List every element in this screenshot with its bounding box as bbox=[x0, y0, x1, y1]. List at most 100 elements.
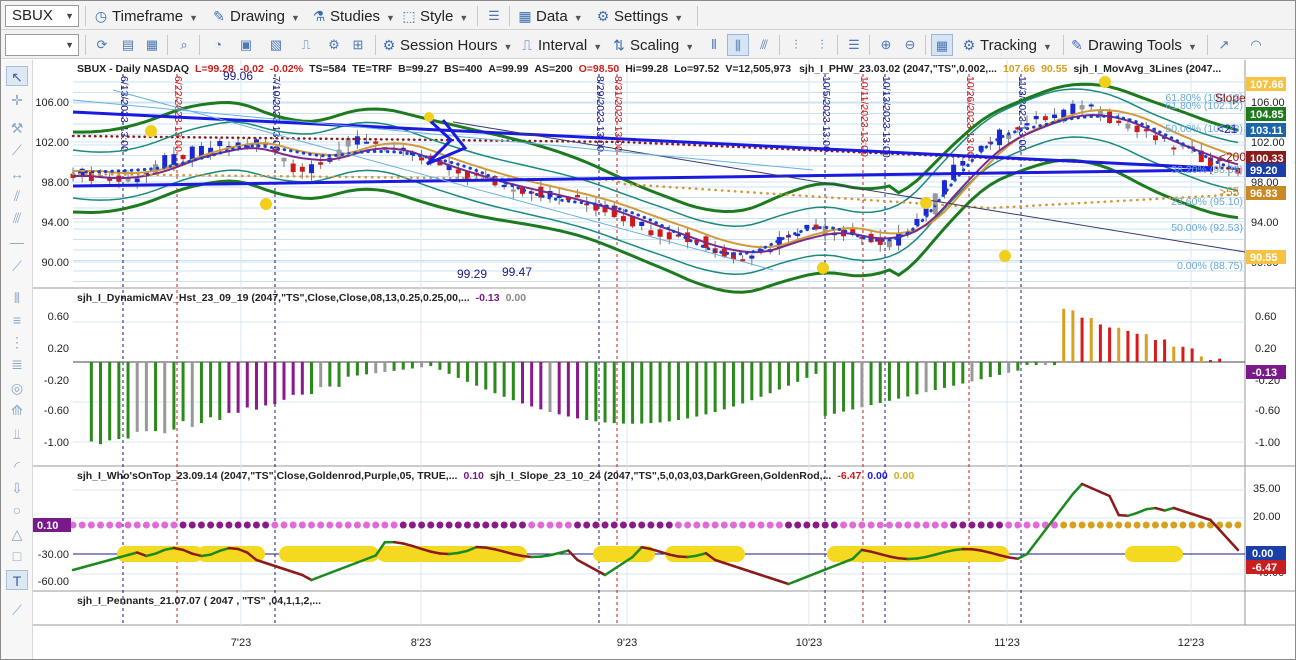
arrows-h-icon[interactable]: ↔ bbox=[6, 164, 28, 184]
zoom-chart-icon[interactable]: ⌕ bbox=[173, 34, 195, 56]
scaling-icon: ⇅ bbox=[613, 37, 625, 53]
layout-icon[interactable]: ☰ bbox=[843, 34, 865, 56]
symbol-combo[interactable]: SBUX ▼ bbox=[5, 5, 79, 27]
grid-icon[interactable]: ▦ bbox=[141, 34, 163, 56]
cycle-icon[interactable]: ⫫ bbox=[6, 424, 28, 444]
trendline-icon[interactable]: ⟋ bbox=[6, 256, 28, 276]
whos-on-top-dot bbox=[1069, 521, 1077, 529]
style-button[interactable]: ⬚ Style ▼ bbox=[401, 5, 468, 27]
whos-on-top-dot bbox=[775, 521, 783, 529]
tracking-button[interactable]: ⚙ Tracking ▼ bbox=[961, 34, 1052, 56]
fib-time-icon[interactable]: ⋮ bbox=[6, 332, 28, 352]
layout-icon[interactable]: ☰ bbox=[483, 5, 505, 27]
whos-on-top-dot bbox=[372, 521, 380, 529]
parallel-icon[interactable]: ⫻ bbox=[6, 208, 28, 228]
circle-target-icon[interactable]: ◎ bbox=[6, 378, 28, 398]
vbars-icon[interactable]: ⦀ bbox=[6, 288, 28, 308]
whos-on-top-dot bbox=[353, 521, 361, 529]
gauge-icon[interactable]: ◔ bbox=[207, 34, 229, 56]
candle-body bbox=[1070, 103, 1076, 114]
candle-body bbox=[510, 189, 516, 192]
trend-icon[interactable]: ↗ bbox=[1213, 34, 1235, 56]
volume-bars-icon[interactable]: ⫶ bbox=[785, 34, 807, 56]
chart-icon[interactable]: ▤ bbox=[117, 34, 139, 56]
settings-chart-icon[interactable]: ⊞ bbox=[347, 34, 369, 56]
data-window-icon[interactable]: ▣ bbox=[235, 34, 257, 56]
settings-button[interactable]: ⚙ Settings ▼ bbox=[595, 5, 683, 27]
drawing-button[interactable]: ✎ Drawing ▼ bbox=[211, 5, 300, 27]
drawing-tools-button[interactable]: ✎ Drawing Tools ▼ bbox=[1069, 34, 1197, 56]
price-axis-label: 98.00 bbox=[41, 177, 69, 189]
cursor-icon[interactable]: ↖ bbox=[6, 66, 28, 86]
indicator-icon[interactable]: ⎍ bbox=[295, 34, 317, 56]
candle-body bbox=[354, 136, 360, 145]
whos-on-top-dot bbox=[720, 521, 728, 529]
whos-on-top-dot bbox=[931, 521, 939, 529]
osc-right-axis-label: 35.00 bbox=[1253, 483, 1281, 495]
session-hours-button[interactable]: ⚙ Session Hours ▼ bbox=[381, 34, 513, 56]
whos-on-top-dot bbox=[1170, 521, 1178, 529]
clock-icon: ◷ bbox=[94, 8, 108, 24]
style-label: Style bbox=[420, 8, 454, 25]
gann-icon[interactable]: ≣ bbox=[6, 354, 28, 374]
speed-icon[interactable]: ⟰ bbox=[6, 400, 28, 420]
workspace-combo[interactable]: ▼ bbox=[5, 34, 79, 56]
ohlc-icon[interactable]: ⫶ bbox=[811, 34, 833, 56]
price-right-axis-label: 102.00 bbox=[1251, 137, 1285, 149]
interval-button[interactable]: ⎍ Interval ▼ bbox=[519, 34, 602, 56]
refresh-icon[interactable]: ⟳ bbox=[91, 34, 113, 56]
text-icon[interactable]: T bbox=[6, 570, 28, 590]
chart-area[interactable]: 6/13/2023 13:006/22/2023 13:007/10/2023 … bbox=[33, 60, 1295, 659]
whos-on-top-dot bbox=[408, 521, 416, 529]
crosshair-icon[interactable]: ✛ bbox=[6, 90, 28, 110]
price-badge: 96.83 bbox=[1250, 188, 1278, 200]
slope-segment bbox=[952, 547, 965, 552]
timeframe-button[interactable]: ◷ Timeframe ▼ bbox=[93, 5, 198, 27]
osc-left-axis-label: -60.00 bbox=[38, 576, 69, 588]
zoom-out-icon[interactable]: ⊖ bbox=[899, 34, 921, 56]
data-button[interactable]: ▦ Data ▼ bbox=[517, 5, 582, 27]
whos-on-top-dot bbox=[390, 521, 398, 529]
arc-icon[interactable]: ◜ bbox=[6, 456, 28, 476]
settings-small-icon[interactable]: ⚙ bbox=[323, 34, 345, 56]
rectangle-icon[interactable]: □ bbox=[6, 546, 28, 566]
dashboard-icon[interactable]: ◠ bbox=[1245, 34, 1267, 56]
ruler-icon[interactable]: ⟋ bbox=[6, 140, 28, 160]
hollow-candle-icon[interactable]: ⫻ bbox=[753, 34, 775, 56]
slope-segment bbox=[475, 545, 488, 549]
studies-button[interactable]: ⚗ Studies ▼ bbox=[311, 5, 395, 27]
ellipse-icon[interactable]: ○ bbox=[6, 500, 28, 520]
whos-on-top-dot bbox=[729, 521, 737, 529]
price-badge: 99.20 bbox=[1250, 165, 1278, 177]
picture-icon[interactable]: ▧ bbox=[265, 34, 287, 56]
candle-body bbox=[455, 169, 461, 174]
wrench-icon[interactable]: ⚒ bbox=[6, 118, 28, 138]
crosshair-grid-icon[interactable]: ▦ bbox=[931, 34, 953, 56]
candlestick-icon[interactable]: ⫼ bbox=[727, 34, 749, 56]
date-marker-label: 10/5/2023 13:00 bbox=[820, 76, 832, 152]
whos-on-top-dot bbox=[152, 521, 160, 529]
scaling-button[interactable]: ⇅ Scaling ▼ bbox=[611, 34, 694, 56]
whos-on-top-dot bbox=[1161, 521, 1169, 529]
chart-toolbar: ▼ ⟳ ▤ ▦ ⌕ ◔ ▣ ▧ ⎍ ⚙ ⊞ ⚙ Session Hours ▼ ⎍ I… bbox=[1, 30, 1295, 59]
whos-on-top-dot bbox=[106, 521, 114, 529]
drawing-label: Drawing bbox=[230, 8, 286, 25]
settings-label: Settings bbox=[614, 8, 669, 25]
arrow-down-icon[interactable]: ⇩ bbox=[6, 478, 28, 498]
bar-chart-icon[interactable]: ⫴ bbox=[703, 34, 725, 56]
whos-on-top-dot bbox=[78, 521, 86, 529]
zoom-in-icon[interactable]: ⊕ bbox=[875, 34, 897, 56]
eraser-icon[interactable]: ⟋ bbox=[6, 600, 28, 620]
triangle-icon[interactable]: △ bbox=[6, 524, 28, 544]
fib-icon[interactable]: ≡ bbox=[6, 310, 28, 330]
whos-on-top-dot bbox=[381, 521, 389, 529]
hist-right-axis-label: -1.00 bbox=[1255, 437, 1280, 449]
whos-on-top-dot bbox=[1234, 521, 1242, 529]
whos-on-top-dot bbox=[418, 521, 426, 529]
price-label-v9947: 99.47 bbox=[502, 265, 532, 279]
candle-body bbox=[1088, 104, 1094, 107]
whos-on-top-dot bbox=[1188, 521, 1196, 529]
channel-icon[interactable]: ⫽ bbox=[6, 186, 28, 206]
hline-icon[interactable]: ― bbox=[6, 232, 28, 252]
whos-on-top-dot bbox=[1078, 521, 1086, 529]
